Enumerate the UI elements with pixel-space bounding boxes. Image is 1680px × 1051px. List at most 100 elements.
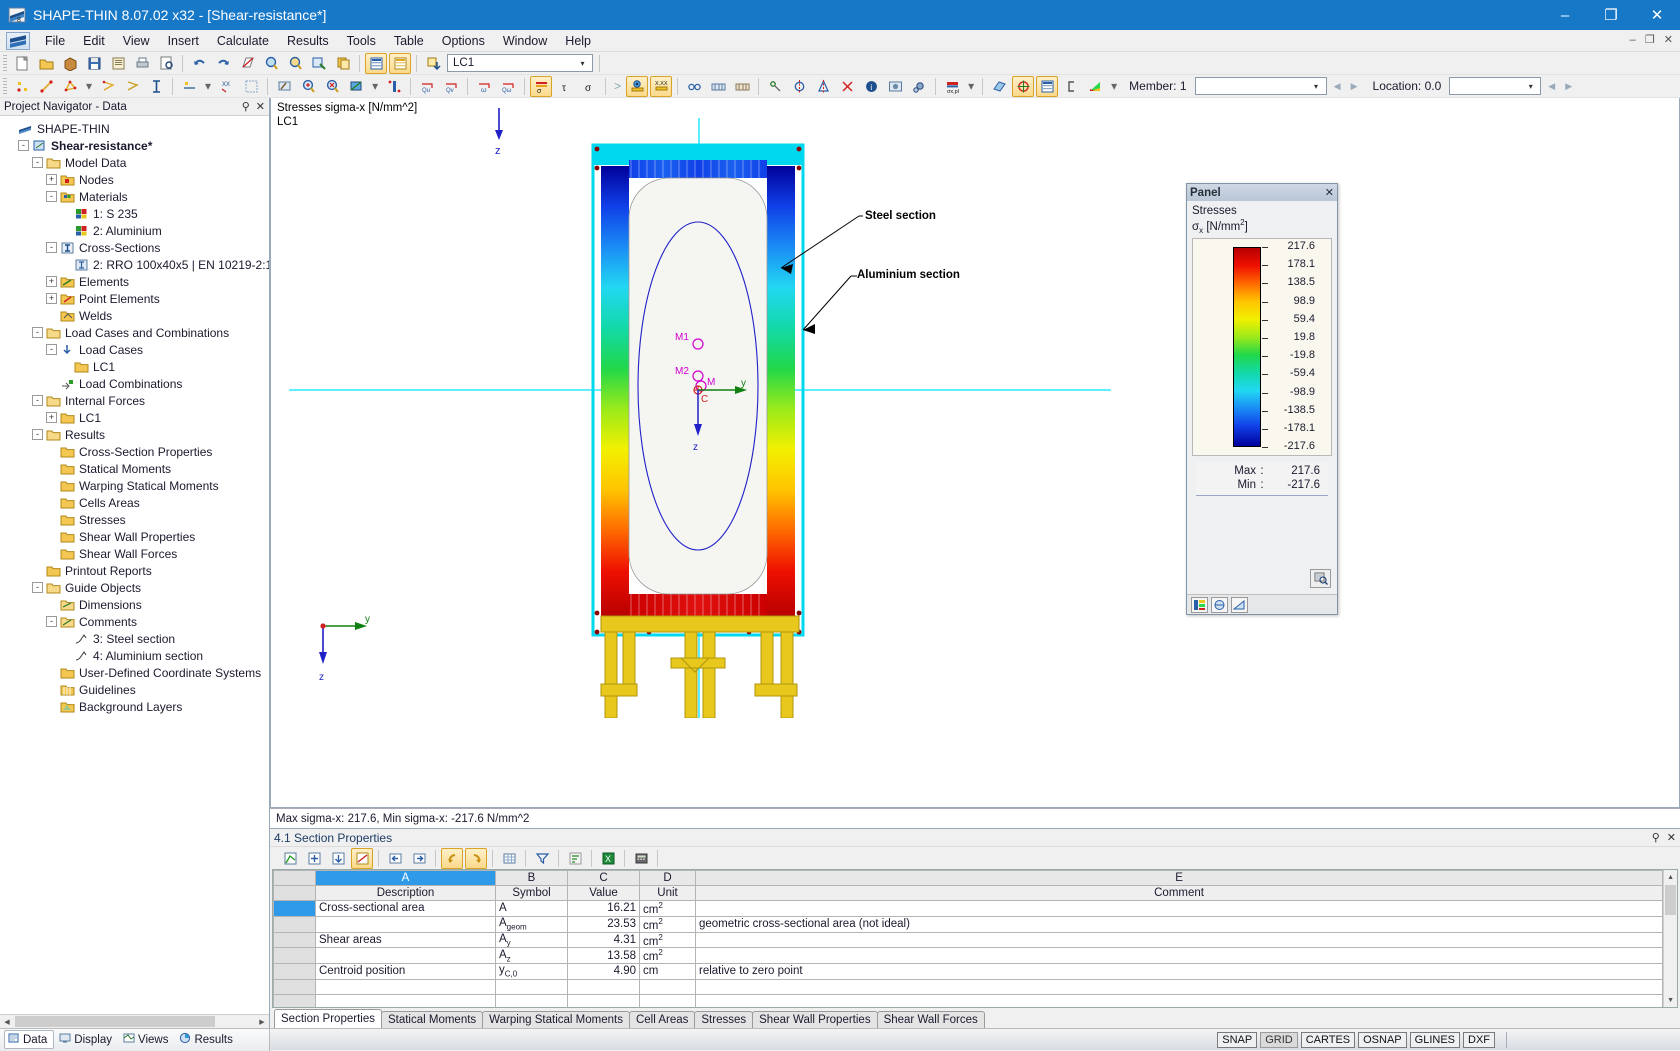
- save-icon[interactable]: [83, 53, 105, 74]
- cell-comment[interactable]: [694, 993, 1664, 1007]
- tree-expander-icon[interactable]: +: [46, 174, 57, 185]
- new-file-icon[interactable]: [11, 53, 33, 74]
- tree-item-lc1[interactable]: LC1: [4, 358, 269, 375]
- status-flag-osnap[interactable]: OSNAP: [1358, 1031, 1407, 1048]
- status-flag-glines[interactable]: GLINES: [1409, 1031, 1460, 1048]
- new-element-2-icon[interactable]: [121, 76, 143, 97]
- table-align-icon[interactable]: [564, 848, 586, 869]
- cell-unit[interactable]: [639, 978, 696, 995]
- member-chevron-down-icon[interactable]: ▾: [1309, 82, 1324, 91]
- vscroll-down-arrow-icon[interactable]: ▼: [1664, 993, 1677, 1007]
- table-insert-row-icon[interactable]: [303, 848, 325, 869]
- tree-item-dimensions[interactable]: Dimensions: [4, 596, 269, 613]
- tree-item-shear-resistance[interactable]: - Shear-resistance*: [4, 137, 269, 154]
- info-icon[interactable]: i: [860, 76, 882, 97]
- row-header-cell[interactable]: [273, 915, 316, 933]
- row-header-cell[interactable]: [273, 978, 316, 995]
- toolbar-grip[interactable]: [3, 54, 7, 72]
- tree-expander-icon[interactable]: -: [32, 157, 43, 168]
- menu-item-options[interactable]: Options: [433, 32, 494, 50]
- cell-symbol[interactable]: [495, 993, 568, 1007]
- new-element-icon[interactable]: [97, 76, 119, 97]
- render-dropdown-arrow-icon[interactable]: ▾: [368, 79, 382, 93]
- comment-xx-icon[interactable]: XX: [216, 76, 238, 97]
- plates-icon[interactable]: [988, 76, 1010, 97]
- table-redo-icon[interactable]: [465, 847, 487, 869]
- table-grid-wrapper[interactable]: A B C D E Description Symbol Value Unit: [272, 869, 1678, 1008]
- tree-item-guidelines[interactable]: Guidelines: [4, 681, 269, 698]
- mirror-axis-icon[interactable]: [788, 76, 810, 97]
- sigma-dropdown-arrow-icon[interactable]: ▾: [964, 79, 978, 93]
- cell-comment[interactable]: geometric cross-sectional area (not idea…: [694, 915, 1664, 933]
- cell-description[interactable]: [315, 947, 496, 965]
- maximize-button[interactable]: ❐: [1588, 0, 1634, 30]
- tab-statical-moments[interactable]: Statical Moments: [380, 1011, 484, 1028]
- section-table-2-icon[interactable]: [731, 76, 753, 97]
- graphics-viewport[interactable]: Stresses sigma-x [N/mm^2] LC1 z M1 M2 M …: [270, 98, 1680, 808]
- cell-unit[interactable]: cm2: [639, 900, 696, 917]
- tree-expander-icon[interactable]: -: [46, 242, 57, 253]
- menu-item-table[interactable]: Table: [385, 32, 433, 50]
- table-chart-icon[interactable]: [279, 848, 301, 869]
- cell-symbol[interactable]: A: [495, 900, 568, 917]
- tree-item-1-s-235[interactable]: 1: S 235: [4, 205, 269, 222]
- cell-unit[interactable]: cm: [639, 963, 696, 980]
- cell-unit[interactable]: [639, 993, 696, 1007]
- menu-item-edit[interactable]: Edit: [74, 32, 114, 50]
- calculator-icon[interactable]: [630, 848, 652, 869]
- node-snap-icon[interactable]: [764, 76, 786, 97]
- panel-zoom-icon[interactable]: [1310, 569, 1331, 588]
- cell-value[interactable]: 4.90: [567, 963, 640, 980]
- table-filter-icon[interactable]: [531, 848, 553, 869]
- color-scale-icon[interactable]: [1084, 76, 1106, 97]
- cell-description[interactable]: Centroid position: [315, 963, 496, 980]
- table-row[interactable]: Centroid position yC,0 4.90 cm relative to z…: [273, 963, 1664, 980]
- mirror-icon[interactable]: [812, 76, 834, 97]
- cell-description[interactable]: [315, 978, 496, 995]
- member-combo[interactable]: ▾: [1194, 77, 1327, 95]
- zoom-clear-icon[interactable]: [321, 76, 343, 97]
- menu-item-help[interactable]: Help: [556, 32, 600, 50]
- table-down-icon[interactable]: [327, 848, 349, 869]
- cell-comment[interactable]: [694, 978, 1664, 995]
- cross-section-drawing[interactable]: z M1 M2 M C y z y z: [271, 98, 1569, 718]
- tree-item-welds[interactable]: Welds: [4, 307, 269, 324]
- toolbar-grip-2[interactable]: [3, 77, 7, 95]
- cell-value[interactable]: 13.58: [567, 947, 640, 965]
- tree-item-internal-forces[interactable]: - Internal Forces: [4, 392, 269, 409]
- select-objects-icon[interactable]: [273, 76, 295, 97]
- render-icon[interactable]: [345, 76, 367, 97]
- mdi-close-button[interactable]: ✕: [1664, 34, 1676, 46]
- glasses-icon[interactable]: [683, 76, 705, 97]
- menu-item-file[interactable]: File: [36, 32, 74, 50]
- member-next-button[interactable]: ▶: [1346, 77, 1363, 95]
- table-row[interactable]: Az 13.58 cm2: [273, 947, 1664, 965]
- tree-expander-icon[interactable]: +: [46, 412, 57, 423]
- tree-item-load-cases[interactable]: - Load Cases: [4, 341, 269, 358]
- column-header-d[interactable]: D: [639, 870, 696, 886]
- tree-item-shear-wall-properties[interactable]: Shear Wall Properties: [4, 528, 269, 545]
- tab-stresses[interactable]: Stresses: [694, 1011, 754, 1028]
- open-package-icon[interactable]: [59, 53, 81, 74]
- show-values-icon[interactable]: X.XX: [650, 75, 673, 97]
- tree-item-cross-section-properties[interactable]: Cross-Section Properties: [4, 443, 269, 460]
- print-preview-icon[interactable]: [155, 53, 177, 74]
- export-excel-icon[interactable]: X: [597, 848, 619, 869]
- tab-cell-areas[interactable]: Cell Areas: [628, 1011, 696, 1028]
- redo-icon[interactable]: [212, 53, 234, 74]
- menu-item-window[interactable]: Window: [494, 32, 556, 50]
- tree-item-materials[interactable]: - Materials: [4, 188, 269, 205]
- tree-item-statical-moments[interactable]: Statical Moments: [4, 460, 269, 477]
- tree-expander-icon[interactable]: -: [32, 327, 43, 338]
- tree-expander-icon[interactable]: -: [32, 582, 43, 593]
- location-next-button[interactable]: ▶: [1560, 77, 1577, 95]
- tree-item-printout-reports[interactable]: Printout Reports: [4, 562, 269, 579]
- tree-item-load-cases-and-combinations[interactable]: - Load Cases and Combinations: [4, 324, 269, 341]
- table-result-view-icon[interactable]: [351, 847, 373, 869]
- warping-omega-icon[interactable]: ω: [473, 76, 495, 97]
- table-row[interactable]: Shear areas Ay 4.31 cm2: [273, 931, 1664, 949]
- row-header-cell[interactable]: [273, 993, 316, 1007]
- show-results-icon[interactable]: [626, 75, 649, 97]
- tree-item-user-defined-coordinate-systems[interactable]: User-Defined Coordinate Systems: [4, 664, 269, 681]
- tree-expander-icon[interactable]: -: [46, 344, 57, 355]
